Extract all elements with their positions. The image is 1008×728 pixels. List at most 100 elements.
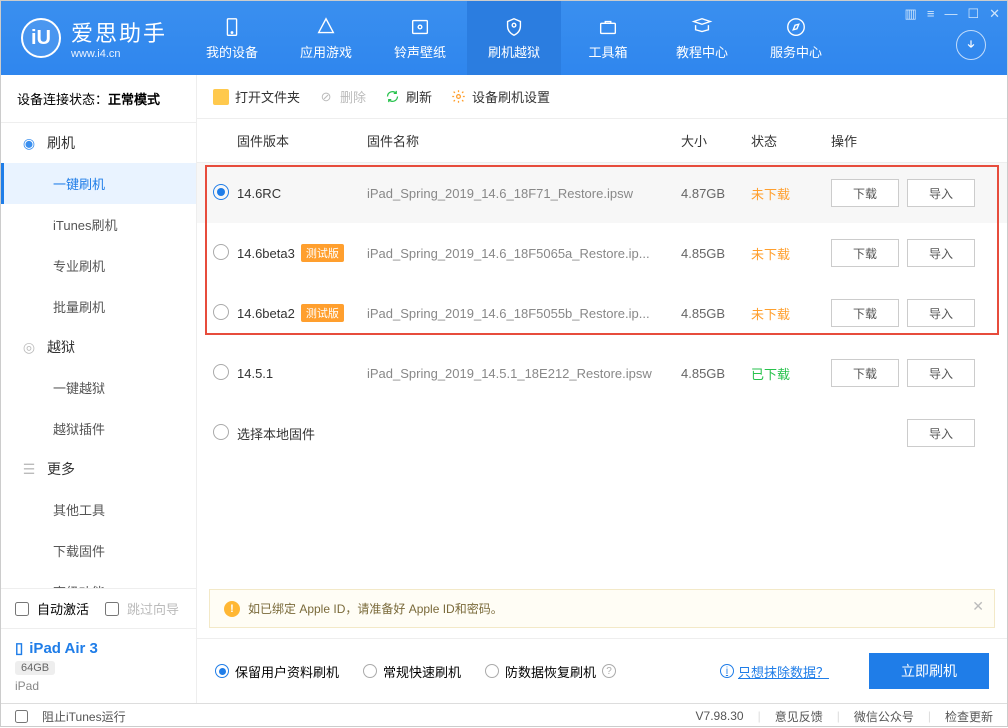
nav-my-device[interactable]: 我的设备: [185, 1, 279, 75]
app-logo: iU 爱思助手 www.i4.cn: [1, 16, 185, 60]
mode-keep-data[interactable]: 保留用户资料刷机: [215, 662, 339, 681]
sidebar-group-more[interactable]: ☰更多: [1, 449, 196, 489]
flash-mode-row: 保留用户资料刷机 常规快速刷机 防数据恢复刷机? i只想抹除数据？ 立即刷机: [197, 638, 1007, 703]
gear-icon: [450, 89, 466, 105]
image-icon: [409, 16, 431, 38]
fw-name: iPad_Spring_2019_14.6_18F5065a_Restore.i…: [367, 246, 681, 261]
jailbreak-icon: ◎: [21, 339, 37, 355]
fw-radio[interactable]: [213, 304, 229, 320]
win-btn-2[interactable]: ≡: [927, 6, 935, 22]
device-storage: 64GB: [15, 661, 55, 675]
logo-icon: iU: [21, 18, 61, 58]
sidebar-item-download-fw[interactable]: 下载固件: [1, 530, 196, 571]
fw-version: 14.5.1: [237, 366, 367, 381]
connection-status: 设备连接状态：正常模式: [1, 75, 196, 123]
download-button[interactable]: 下载: [831, 239, 899, 267]
sidebar-item-pro-flash[interactable]: 专业刷机: [1, 245, 196, 286]
import-local-button[interactable]: 导入: [907, 419, 975, 447]
sidebar: 设备连接状态：正常模式 ◉刷机 一键刷机 iTunes刷机 专业刷机 批量刷机 …: [1, 75, 197, 703]
sidebar-item-jb-plugins[interactable]: 越狱插件: [1, 408, 196, 449]
local-firmware-row[interactable]: 选择本地固件 导入: [197, 403, 1007, 463]
fw-radio[interactable]: [213, 364, 229, 380]
nav-flash[interactable]: 刷机越狱: [467, 1, 561, 75]
mode-recover-radio[interactable]: [485, 664, 499, 678]
feedback-link[interactable]: 意见反馈: [775, 708, 823, 725]
sidebar-item-advanced[interactable]: 高级功能: [1, 571, 196, 588]
mode-fast-radio[interactable]: [363, 664, 377, 678]
minimize-button[interactable]: —: [944, 6, 957, 22]
device-panel: ▯iPad Air 3 64GB iPad: [1, 628, 196, 703]
fw-status: 未下载: [751, 244, 831, 263]
help-icon[interactable]: ?: [602, 664, 616, 678]
skip-wizard-checkbox[interactable]: [105, 602, 119, 616]
window-controls: ▥ ≡ — ☐ ✕: [905, 6, 1000, 22]
fw-status: 未下载: [751, 184, 831, 203]
fw-name: iPad_Spring_2019_14.6_18F5055b_Restore.i…: [367, 306, 681, 321]
sidebar-group-flash[interactable]: ◉刷机: [1, 123, 196, 163]
import-button[interactable]: 导入: [907, 299, 975, 327]
win-btn-1[interactable]: ▥: [905, 6, 917, 22]
sidebar-item-oneclick-jb[interactable]: 一键越狱: [1, 367, 196, 408]
settings-button[interactable]: 设备刷机设置: [450, 87, 550, 106]
download-button[interactable]: 下载: [831, 359, 899, 387]
device-icon: ▯: [15, 639, 23, 657]
wechat-link[interactable]: 微信公众号: [854, 708, 914, 725]
toolbox-icon: [597, 16, 619, 38]
erase-data-link[interactable]: i只想抹除数据？: [720, 662, 829, 681]
update-link[interactable]: 检查更新: [945, 708, 993, 725]
beta-tag: 测试版: [301, 244, 344, 262]
block-itunes-checkbox[interactable]: [15, 710, 28, 723]
import-button[interactable]: 导入: [907, 359, 975, 387]
refresh-icon: [384, 89, 400, 105]
notice-close-button[interactable]: ✕: [972, 598, 984, 615]
firmware-row[interactable]: 14.5.1iPad_Spring_2019_14.5.1_18E212_Res…: [197, 343, 1007, 403]
compass-icon: [785, 16, 807, 38]
firmware-row[interactable]: 14.6beta3测试版iPad_Spring_2019_14.6_18F506…: [197, 223, 1007, 283]
fw-name: iPad_Spring_2019_14.5.1_18E212_Restore.i…: [367, 366, 681, 381]
app-site: www.i4.cn: [71, 48, 167, 60]
sidebar-item-itunes-flash[interactable]: iTunes刷机: [1, 204, 196, 245]
sidebar-group-jailbreak[interactable]: ◎越狱: [1, 327, 196, 367]
fw-name: iPad_Spring_2019_14.6_18F71_Restore.ipsw: [367, 186, 681, 201]
device-type: iPad: [15, 679, 182, 693]
shield-icon: [503, 16, 525, 38]
import-button[interactable]: 导入: [907, 239, 975, 267]
fw-radio[interactable]: [213, 184, 229, 200]
download-button[interactable]: 下载: [831, 299, 899, 327]
nav-service[interactable]: 服务中心: [749, 1, 843, 75]
warning-icon: !: [224, 601, 240, 617]
statusbar: 阻止iTunes运行 V7.98.30| 意见反馈| 微信公众号| 检查更新: [1, 703, 1007, 728]
fw-version: 14.6beta2测试版: [237, 304, 367, 322]
more-icon: ☰: [21, 461, 37, 477]
firmware-row[interactable]: 14.6beta2测试版iPad_Spring_2019_14.6_18F505…: [197, 283, 1007, 343]
local-fw-radio[interactable]: [213, 424, 229, 440]
flash-now-button[interactable]: 立即刷机: [869, 653, 989, 689]
fw-size: 4.85GB: [681, 246, 751, 261]
fw-size: 4.87GB: [681, 186, 751, 201]
nav-apps[interactable]: 应用游戏: [279, 1, 373, 75]
folder-icon: [213, 89, 229, 105]
sidebar-item-oneclick-flash[interactable]: 一键刷机: [1, 163, 196, 204]
sidebar-item-batch-flash[interactable]: 批量刷机: [1, 286, 196, 327]
nav-ringtones[interactable]: 铃声壁纸: [373, 1, 467, 75]
sidebar-item-other-tools[interactable]: 其他工具: [1, 489, 196, 530]
refresh-button[interactable]: 刷新: [384, 87, 432, 106]
fw-radio[interactable]: [213, 244, 229, 260]
mode-keep-radio[interactable]: [215, 664, 229, 678]
open-folder-button[interactable]: 打开文件夹: [213, 87, 300, 106]
import-button[interactable]: 导入: [907, 179, 975, 207]
delete-button[interactable]: ⊘删除: [318, 87, 366, 106]
auto-activate-checkbox[interactable]: [15, 602, 29, 616]
firmware-list: 14.6RCiPad_Spring_2019_14.6_18F71_Restor…: [197, 163, 1007, 463]
fw-size: 4.85GB: [681, 306, 751, 321]
download-button[interactable]: 下载: [831, 179, 899, 207]
mode-recover[interactable]: 防数据恢复刷机?: [485, 662, 616, 681]
download-circle-button[interactable]: [956, 30, 986, 60]
nav-tutorial[interactable]: 教程中心: [655, 1, 749, 75]
firmware-row[interactable]: 14.6RCiPad_Spring_2019_14.6_18F71_Restor…: [197, 163, 1007, 223]
close-button[interactable]: ✕: [989, 6, 1000, 22]
nav-toolbox[interactable]: 工具箱: [561, 1, 655, 75]
mode-fast[interactable]: 常规快速刷机: [363, 662, 461, 681]
fw-version: 14.6RC: [237, 186, 367, 201]
maximize-button[interactable]: ☐: [967, 6, 979, 22]
